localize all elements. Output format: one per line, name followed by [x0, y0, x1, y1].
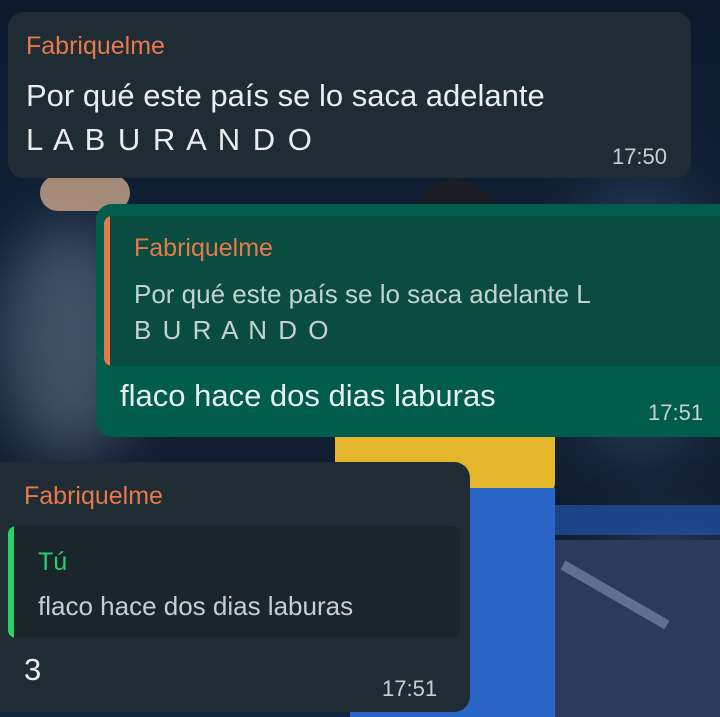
message-bubble-outgoing[interactable]: Fabriquelme Por qué este país se lo saca… [96, 204, 720, 437]
message-bubble-incoming[interactable]: Fabriquelme Tú flaco hace dos dias labur… [0, 462, 470, 712]
quote-accent-bar [8, 526, 14, 638]
quoted-sender-name: Fabriquelme [134, 234, 273, 262]
quoted-text: B U R A N D O [134, 315, 331, 345]
sender-name[interactable]: Fabriquelme [24, 482, 163, 511]
quoted-message[interactable]: Fabriquelme Por qué este país se lo saca… [104, 216, 720, 366]
sender-name[interactable]: Fabriquelme [26, 32, 165, 61]
message-text: 3 [24, 652, 42, 687]
message-text: flaco hace dos dias laburas [120, 378, 496, 413]
message-time: 17:51 [648, 400, 704, 425]
message-time: 17:50 [611, 144, 667, 169]
message-time: 17:51 [382, 676, 438, 701]
quoted-sender-name: Tú [38, 548, 68, 576]
quote-accent-bar [104, 216, 110, 366]
message-text: Por qué este país se lo saca adelante [26, 78, 545, 113]
message-text: L A B U R A N D O [26, 122, 314, 157]
quoted-text: Por qué este país se lo saca adelante L [134, 279, 591, 309]
message-bubble-incoming[interactable]: Fabriquelme Por qué este país se lo saca… [8, 12, 691, 178]
quoted-text: flaco hace dos dias laburas [38, 591, 354, 621]
quoted-message[interactable]: Tú flaco hace dos dias laburas [8, 526, 460, 638]
